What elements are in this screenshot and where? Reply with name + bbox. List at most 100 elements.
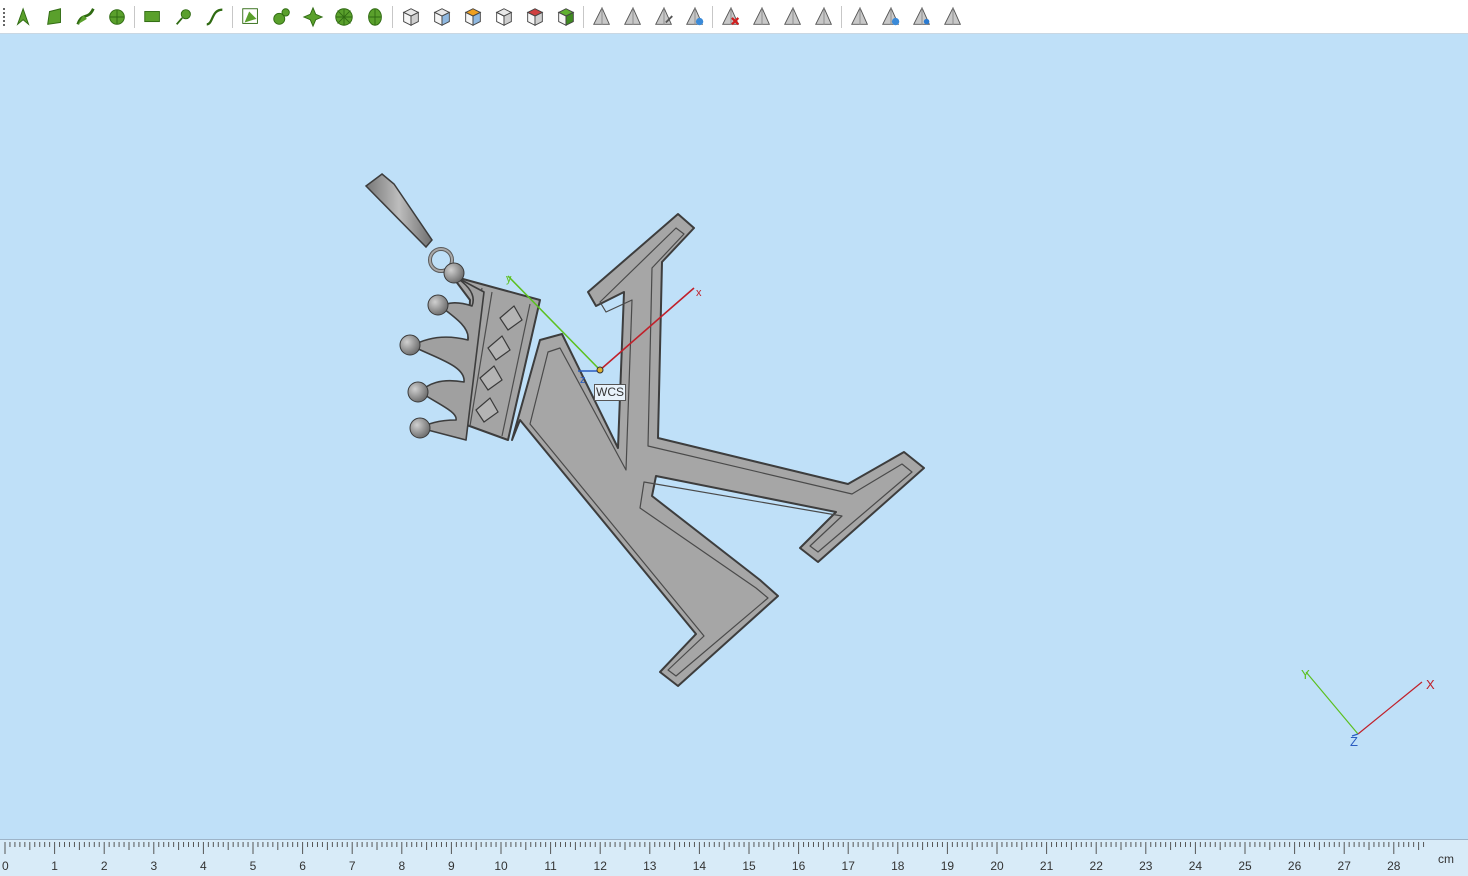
cone-button[interactable] bbox=[590, 5, 614, 29]
rectangle-select-button[interactable] bbox=[141, 5, 165, 29]
ruler-label: 2 bbox=[101, 859, 108, 873]
cone-eye-blue-icon bbox=[882, 6, 900, 26]
toolbar-separator bbox=[841, 6, 842, 28]
ruler-unit-label: cm bbox=[1438, 852, 1454, 866]
cube-shaded-button[interactable] bbox=[430, 5, 454, 29]
wcs-z-label: z bbox=[580, 374, 586, 386]
cone-eye-button[interactable] bbox=[848, 5, 872, 29]
toolbar-separator bbox=[712, 6, 713, 28]
ruler-label: 16 bbox=[792, 859, 806, 873]
cube-green-button[interactable] bbox=[554, 5, 578, 29]
select-radial-icon bbox=[335, 8, 353, 26]
cone-dot-icon bbox=[913, 6, 931, 25]
toolbar bbox=[0, 0, 1468, 34]
cube-wire-button[interactable] bbox=[492, 5, 516, 29]
rectangle-select-icon bbox=[144, 11, 160, 23]
cone-edit-button[interactable] bbox=[621, 5, 645, 29]
cone-blue-icon bbox=[686, 6, 704, 26]
toolbar-separator bbox=[392, 6, 393, 28]
cone-icon bbox=[593, 6, 611, 25]
lasso-select-icon bbox=[175, 9, 191, 25]
cube-green-icon bbox=[557, 8, 575, 26]
select-face-button[interactable] bbox=[43, 5, 67, 29]
cone-arrow-button[interactable] bbox=[652, 5, 676, 29]
select-face-icon bbox=[47, 8, 61, 25]
ruler-label: 3 bbox=[150, 859, 157, 873]
select-curve-icon bbox=[76, 8, 95, 25]
wcs-tag[interactable]: WCS bbox=[594, 384, 626, 401]
cone-delete-button[interactable] bbox=[719, 5, 743, 29]
ruler-label: 6 bbox=[299, 859, 306, 873]
cube-color-icon bbox=[464, 8, 482, 26]
toolbar-separator bbox=[134, 6, 135, 28]
ruler-label: 13 bbox=[643, 859, 657, 873]
select-radial-button[interactable] bbox=[332, 5, 356, 29]
ruler-label: 25 bbox=[1238, 859, 1252, 873]
cube-shaded-icon bbox=[433, 8, 451, 26]
ruler-label: 0 bbox=[2, 859, 9, 873]
wcs-x-label: x bbox=[696, 287, 702, 299]
ruler-label: 20 bbox=[990, 859, 1004, 873]
ruler-label: 11 bbox=[544, 859, 557, 873]
select-solid-button[interactable] bbox=[105, 5, 129, 29]
toolbar-separator bbox=[232, 6, 233, 28]
select-box-icon bbox=[242, 8, 258, 24]
toolbar-separator bbox=[583, 6, 584, 28]
wcs-origin[interactable] bbox=[596, 366, 604, 374]
select-box-button[interactable] bbox=[239, 5, 263, 29]
cone-flat-button[interactable] bbox=[812, 5, 836, 29]
ruler-label: 28 bbox=[1387, 859, 1401, 873]
select-sphere-button[interactable] bbox=[363, 5, 387, 29]
triad-x-label: X bbox=[1426, 677, 1435, 692]
ruler-label: 14 bbox=[693, 859, 707, 873]
select-group-button[interactable] bbox=[270, 5, 294, 29]
ruler-label: 23 bbox=[1139, 859, 1153, 873]
ruler-label: 15 bbox=[742, 859, 756, 873]
ruler-canvas: 0 1 2 3 4 5 6 7 8 9 10 11 12 13 14 15 16 17 18 19 20 21 22 23 24… bbox=[2, 842, 1454, 873]
cone-copy-button[interactable] bbox=[781, 5, 805, 29]
pendant-model[interactable] bbox=[364, 173, 925, 687]
select-path-button[interactable] bbox=[203, 5, 227, 29]
cone-edit-icon bbox=[624, 6, 642, 25]
ruler-label: 9 bbox=[448, 859, 455, 873]
triad-y-label: Y bbox=[1301, 667, 1310, 682]
ruler-label: 5 bbox=[250, 859, 257, 873]
cone-delete-icon bbox=[722, 6, 740, 26]
cone-blue-button[interactable] bbox=[683, 5, 707, 29]
cube-color-button[interactable] bbox=[461, 5, 485, 29]
triad-z-label: Z bbox=[1350, 734, 1358, 749]
select-pattern-icon bbox=[302, 6, 324, 28]
lasso-select-button[interactable] bbox=[172, 5, 196, 29]
cone-lines-icon bbox=[753, 6, 771, 25]
orientation-triad: X Y Z bbox=[1301, 667, 1435, 749]
cone-lines-button[interactable] bbox=[750, 5, 774, 29]
ruler-label: 1 bbox=[51, 859, 58, 873]
ruler-label: 7 bbox=[349, 859, 356, 873]
ruler-label: 17 bbox=[842, 859, 856, 873]
3d-viewport[interactable]: x y z X Y Z WCS bbox=[0, 34, 1468, 839]
cone-eye-icon bbox=[851, 6, 869, 25]
select-path-icon bbox=[206, 8, 223, 26]
select-sphere-icon bbox=[368, 8, 382, 26]
ruler-label: 18 bbox=[891, 859, 905, 873]
select-arrow-button[interactable] bbox=[12, 5, 36, 29]
ruler-label: 12 bbox=[594, 859, 608, 873]
cone-dot-button[interactable] bbox=[910, 5, 934, 29]
ruler-label: 19 bbox=[941, 859, 955, 873]
ruler-label: 21 bbox=[1040, 859, 1054, 873]
cone-grid-button[interactable] bbox=[941, 5, 965, 29]
select-curve-button[interactable] bbox=[74, 5, 98, 29]
toolbar-grip[interactable] bbox=[3, 8, 5, 26]
cone-eye-blue-button[interactable] bbox=[879, 5, 903, 29]
cone-arrow-icon bbox=[655, 6, 673, 25]
wcs-y-label: y bbox=[506, 273, 512, 285]
cube-view-button[interactable] bbox=[399, 5, 423, 29]
cube-red-icon bbox=[526, 8, 544, 26]
cube-view-icon bbox=[402, 8, 420, 26]
cube-red-button[interactable] bbox=[523, 5, 547, 29]
scene-canvas[interactable]: x y z X Y Z bbox=[0, 34, 1468, 839]
cube-wire-icon bbox=[495, 8, 513, 26]
select-pattern-button[interactable] bbox=[301, 5, 325, 29]
ruler-label: 4 bbox=[200, 859, 207, 873]
pendant-bail bbox=[364, 173, 433, 249]
